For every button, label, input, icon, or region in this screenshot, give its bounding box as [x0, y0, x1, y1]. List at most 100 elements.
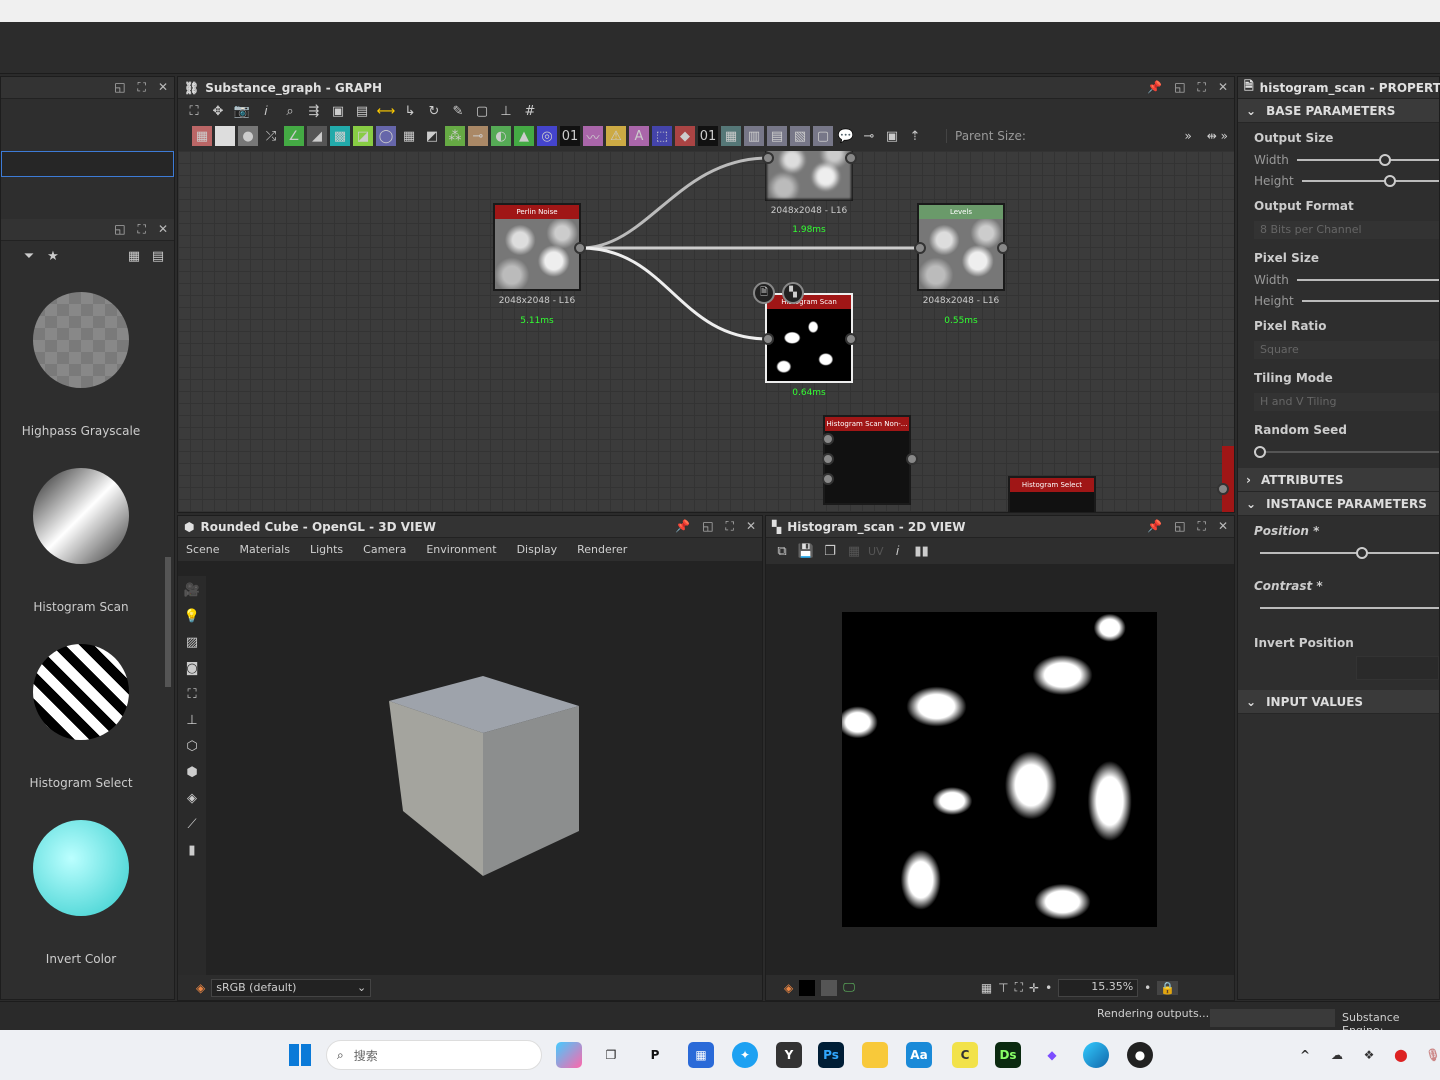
- camera-icon[interactable]: 📷: [232, 101, 252, 121]
- output-format-select[interactable]: 8 Bits per Channel: [1254, 221, 1439, 239]
- tiling-icon[interactable]: ⊤: [998, 981, 1008, 995]
- substance-designer-icon[interactable]: Ds: [995, 1042, 1021, 1068]
- lock-icon[interactable]: 🔒: [1157, 980, 1179, 995]
- menu-scene[interactable]: Scene: [186, 543, 220, 556]
- input-port[interactable]: [822, 433, 834, 445]
- node-levels[interactable]: Levels: [917, 203, 1005, 291]
- zoom-out-dot[interactable]: •: [1045, 981, 1052, 995]
- pixel-ratio-select[interactable]: Square: [1254, 341, 1439, 359]
- node-color-icon[interactable]: ◎: [537, 126, 557, 146]
- list-icon[interactable]: ▤: [352, 101, 372, 121]
- node-view4-icon[interactable]: ▧: [790, 126, 810, 146]
- maximize-icon[interactable]: ⛶: [138, 80, 146, 95]
- close-icon[interactable]: ✕: [1218, 519, 1228, 534]
- zoom-in-dot[interactable]: •: [1144, 981, 1151, 995]
- search-icon[interactable]: ⌕: [280, 101, 300, 121]
- camera-icon[interactable]: 🎥: [182, 580, 202, 600]
- menu-environment[interactable]: Environment: [426, 543, 496, 556]
- refresh-icon[interactable]: ↻: [424, 101, 444, 121]
- pin-node-icon[interactable]: ⊸: [859, 126, 879, 146]
- section-base-parameters[interactable]: ⌄ BASE PARAMETERS: [1238, 99, 1439, 123]
- node-scatter-icon[interactable]: ⁂: [445, 126, 465, 146]
- histogram-icon[interactable]: ▮: [182, 840, 202, 860]
- node-view2-icon[interactable]: ▥: [744, 126, 764, 146]
- info-icon[interactable]: 𝑖: [256, 101, 276, 121]
- node-map-icon[interactable]: ◪: [353, 126, 373, 146]
- input-port[interactable]: [822, 473, 834, 485]
- node-view3-icon[interactable]: ▤: [767, 126, 787, 146]
- node-fill-icon[interactable]: ◆: [675, 126, 695, 146]
- output-port[interactable]: [997, 242, 1009, 254]
- maximize-icon[interactable]: ⛶: [138, 222, 146, 237]
- histogram-icon[interactable]: ▮▮: [912, 541, 932, 561]
- maximize-icon[interactable]: ⛶: [726, 519, 734, 534]
- float-icon[interactable]: ◱: [1174, 80, 1185, 95]
- maximize-icon[interactable]: ⛶: [1198, 519, 1206, 534]
- contrast-slider[interactable]: [1260, 606, 1439, 609]
- close-icon[interactable]: ✕: [1218, 80, 1228, 95]
- node-histogram-scan[interactable]: Histogram Scan: [765, 293, 853, 383]
- random-seed-slider[interactable]: [1254, 445, 1439, 458]
- input-port[interactable]: [914, 242, 926, 254]
- microphone-icon[interactable]: 🎙: [1420, 1042, 1440, 1068]
- obs-icon[interactable]: ●: [1127, 1042, 1153, 1068]
- colorspace-select[interactable]: sRGB (default) ⌄: [211, 978, 372, 997]
- library-item[interactable]: Highpass Grayscale: [1, 292, 161, 438]
- node-sphere-icon[interactable]: ◯: [376, 126, 396, 146]
- output-port[interactable]: [574, 242, 586, 254]
- node-mountain-icon[interactable]: ▲: [514, 126, 534, 146]
- section-instance-parameters[interactable]: ⌄ INSTANCE PARAMETERS: [1238, 492, 1439, 516]
- connect-icon[interactable]: ↳: [400, 101, 420, 121]
- graph-canvas[interactable]: Perlin Noise 2048x2048 - L16 5.11ms 2048…: [178, 151, 1234, 512]
- section-attributes[interactable]: › ATTRIBUTES: [1238, 468, 1439, 492]
- view2d-image[interactable]: [842, 612, 1157, 927]
- explorer-search-input[interactable]: [1, 151, 174, 177]
- photoshop-icon[interactable]: Ps: [818, 1042, 844, 1068]
- float-icon[interactable]: ◱: [1174, 519, 1185, 534]
- node-blur[interactable]: [765, 151, 853, 201]
- pixel-height-slider[interactable]: [1301, 299, 1439, 302]
- favorite-icon[interactable]: ★: [43, 246, 63, 266]
- node-uniform-icon[interactable]: [215, 126, 235, 146]
- rounded-cube-viewport[interactable]: [383, 671, 583, 881]
- list-view-icon[interactable]: ▤: [148, 246, 168, 266]
- node-shuffle-icon[interactable]: ⤮: [261, 126, 281, 146]
- node-view1-icon[interactable]: ▦: [721, 126, 741, 146]
- store-icon[interactable]: ▦: [688, 1042, 714, 1068]
- frame-icon[interactable]: ⛶: [182, 684, 202, 704]
- layout-icon[interactable]: ▣: [328, 101, 348, 121]
- twitter-icon[interactable]: ✦: [732, 1042, 758, 1068]
- layers-icon[interactable]: ◈: [182, 788, 202, 808]
- menu-renderer[interactable]: Renderer: [577, 543, 627, 556]
- node-key-icon[interactable]: ⊸: [468, 126, 488, 146]
- copy-icon[interactable]: ⧉: [772, 541, 792, 561]
- node-select-icon[interactable]: ⬚: [652, 126, 672, 146]
- output-port[interactable]: [845, 152, 857, 164]
- taskbar-search[interactable]: ⌕ 搜索: [326, 1040, 542, 1070]
- environment-icon[interactable]: ▨: [182, 632, 202, 652]
- edge-icon[interactable]: [1083, 1042, 1109, 1068]
- dictionary-icon[interactable]: Aa: [906, 1042, 932, 1068]
- node-view5-icon[interactable]: ▢: [813, 126, 833, 146]
- dropbox-icon[interactable]: ❖: [1356, 1042, 1382, 1068]
- node-value2-icon[interactable]: 01: [698, 126, 718, 146]
- input-port[interactable]: [762, 152, 774, 164]
- pixel-width-slider[interactable]: [1296, 278, 1439, 281]
- input-port[interactable]: [822, 453, 834, 465]
- node-grid-icon[interactable]: ▦: [399, 126, 419, 146]
- duplicate-icon[interactable]: ❐: [820, 541, 840, 561]
- node-blend-icon[interactable]: ●: [238, 126, 258, 146]
- library-item[interactable]: Histogram Scan: [1, 468, 161, 614]
- filter-icon[interactable]: ⏷: [19, 246, 39, 266]
- mesh-icon[interactable]: ⬢: [182, 762, 202, 782]
- uv-toggle[interactable]: UV: [868, 545, 884, 558]
- fit-icon[interactable]: ⛶: [1015, 980, 1023, 995]
- float-icon[interactable]: ◱: [702, 519, 713, 534]
- node-doc-icon[interactable]: 🗎: [753, 282, 775, 304]
- cloud-icon[interactable]: ☁: [1324, 1042, 1350, 1068]
- node-checker-icon[interactable]: ▚: [782, 282, 804, 304]
- invert-position-toggle[interactable]: [1356, 656, 1439, 680]
- output-port[interactable]: [845, 333, 857, 345]
- p-app-icon[interactable]: P: [642, 1042, 668, 1068]
- grid-view-icon[interactable]: ▦: [124, 246, 144, 266]
